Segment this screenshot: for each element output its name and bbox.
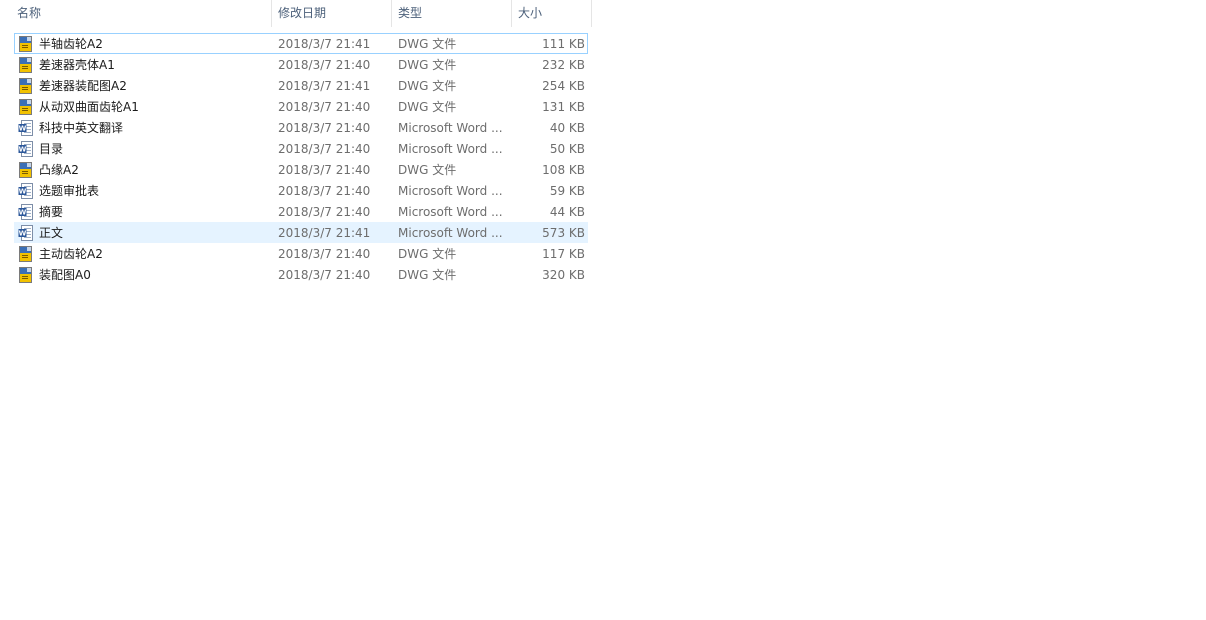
file-name: 目录 xyxy=(39,142,64,156)
word-file-icon: W xyxy=(18,204,34,220)
column-header-size-label: 大小 xyxy=(518,6,543,20)
file-type: DWG 文件 xyxy=(398,37,457,51)
file-type: Microsoft Word ... xyxy=(398,142,503,156)
column-header-type[interactable]: 类型 xyxy=(392,0,512,27)
file-row[interactable]: 凸缘A2 2018/3/7 21:40 DWG 文件 108 KB xyxy=(14,159,588,180)
sort-ascending-icon: ^ xyxy=(146,0,158,5)
file-type: Microsoft Word ... xyxy=(398,121,503,135)
file-size: 108 KB xyxy=(542,163,585,177)
file-size: 131 KB xyxy=(542,100,585,114)
file-size: 254 KB xyxy=(542,79,585,93)
file-row[interactable]: W 科技中英文翻译 2018/3/7 21:40 Microsoft Word … xyxy=(14,117,588,138)
file-row[interactable]: 半轴齿轮A2 2018/3/7 21:41 DWG 文件 111 KB xyxy=(14,33,588,54)
file-date: 2018/3/7 21:40 xyxy=(278,121,371,135)
word-file-icon: W xyxy=(18,225,34,241)
svg-text:W: W xyxy=(19,230,27,238)
file-date: 2018/3/7 21:40 xyxy=(278,58,371,72)
file-type: DWG 文件 xyxy=(398,247,457,261)
file-type: Microsoft Word ... xyxy=(398,205,503,219)
column-header-name[interactable]: 名称 ^ xyxy=(11,0,272,27)
file-date: 2018/3/7 21:40 xyxy=(278,247,371,261)
file-type: DWG 文件 xyxy=(398,79,457,93)
file-name: 半轴齿轮A2 xyxy=(39,37,103,51)
file-type: DWG 文件 xyxy=(398,268,457,282)
file-type: DWG 文件 xyxy=(398,163,457,177)
word-file-icon: W xyxy=(18,183,34,199)
file-row[interactable]: W 正文 2018/3/7 21:41 Microsoft Word ... 5… xyxy=(14,222,588,243)
file-size: 111 KB xyxy=(542,37,585,51)
file-size: 117 KB xyxy=(542,247,585,261)
file-size: 573 KB xyxy=(542,226,585,240)
file-date: 2018/3/7 21:40 xyxy=(278,100,371,114)
file-name: 装配图A0 xyxy=(39,268,91,282)
file-date: 2018/3/7 21:40 xyxy=(278,163,371,177)
file-row[interactable]: 差速器装配图A2 2018/3/7 21:41 DWG 文件 254 KB xyxy=(14,75,588,96)
file-row[interactable]: 从动双曲面齿轮A1 2018/3/7 21:40 DWG 文件 131 KB xyxy=(14,96,588,117)
column-header-type-label: 类型 xyxy=(398,6,423,20)
file-type: DWG 文件 xyxy=(398,100,457,114)
file-row[interactable]: 差速器壳体A1 2018/3/7 21:40 DWG 文件 232 KB xyxy=(14,54,588,75)
file-date: 2018/3/7 21:40 xyxy=(278,142,371,156)
word-file-icon: W xyxy=(18,141,34,157)
column-header-size[interactable]: 大小 xyxy=(512,0,592,27)
file-date: 2018/3/7 21:40 xyxy=(278,268,371,282)
dwg-file-icon xyxy=(18,78,34,94)
file-size: 59 KB xyxy=(549,184,585,198)
file-date: 2018/3/7 21:41 xyxy=(278,226,371,240)
file-row[interactable]: W 选题审批表 2018/3/7 21:40 Microsoft Word ..… xyxy=(14,180,588,201)
dwg-file-icon xyxy=(18,36,34,52)
file-date: 2018/3/7 21:40 xyxy=(278,205,371,219)
file-size: 40 KB xyxy=(549,121,585,135)
column-header: 名称 ^ 修改日期 类型 大小 xyxy=(0,0,592,27)
column-header-date[interactable]: 修改日期 xyxy=(272,0,392,27)
file-name: 差速器壳体A1 xyxy=(39,58,115,72)
file-row[interactable]: 主动齿轮A2 2018/3/7 21:40 DWG 文件 117 KB xyxy=(14,243,588,264)
file-size: 232 KB xyxy=(542,58,585,72)
file-name: 正文 xyxy=(39,226,64,240)
file-row[interactable]: W 目录 2018/3/7 21:40 Microsoft Word ... 5… xyxy=(14,138,588,159)
column-header-date-label: 修改日期 xyxy=(278,6,327,20)
word-file-icon: W xyxy=(18,120,34,136)
svg-text:W: W xyxy=(19,146,27,154)
file-name: 从动双曲面齿轮A1 xyxy=(39,100,139,114)
file-name: 科技中英文翻译 xyxy=(39,121,124,135)
file-name: 主动齿轮A2 xyxy=(39,247,103,261)
file-size: 50 KB xyxy=(549,142,585,156)
svg-text:W: W xyxy=(19,125,27,133)
svg-text:W: W xyxy=(19,209,27,217)
column-header-name-label: 名称 xyxy=(17,6,42,20)
file-name: 凸缘A2 xyxy=(39,163,79,177)
file-date: 2018/3/7 21:41 xyxy=(278,79,371,93)
file-type: DWG 文件 xyxy=(398,58,457,72)
file-type: Microsoft Word ... xyxy=(398,226,503,240)
file-name: 差速器装配图A2 xyxy=(39,79,127,93)
dwg-file-icon xyxy=(18,267,34,283)
file-row[interactable]: W 摘要 2018/3/7 21:40 Microsoft Word ... 4… xyxy=(14,201,588,222)
file-size: 44 KB xyxy=(549,205,585,219)
dwg-file-icon xyxy=(18,57,34,73)
file-row[interactable]: 装配图A0 2018/3/7 21:40 DWG 文件 320 KB xyxy=(14,264,588,285)
file-date: 2018/3/7 21:41 xyxy=(278,37,371,51)
file-explorer: 名称 ^ 修改日期 类型 大小 半轴齿轮A2 2018/3/7 21:41 DW… xyxy=(0,0,1206,620)
dwg-file-icon xyxy=(18,246,34,262)
dwg-file-icon xyxy=(18,162,34,178)
file-date: 2018/3/7 21:40 xyxy=(278,184,371,198)
file-name: 摘要 xyxy=(39,205,64,219)
file-list: 半轴齿轮A2 2018/3/7 21:41 DWG 文件 111 KB 差速器壳… xyxy=(14,33,588,285)
dwg-file-icon xyxy=(18,99,34,115)
file-name: 选题审批表 xyxy=(39,184,100,198)
file-type: Microsoft Word ... xyxy=(398,184,503,198)
file-size: 320 KB xyxy=(542,268,585,282)
svg-text:W: W xyxy=(19,188,27,196)
